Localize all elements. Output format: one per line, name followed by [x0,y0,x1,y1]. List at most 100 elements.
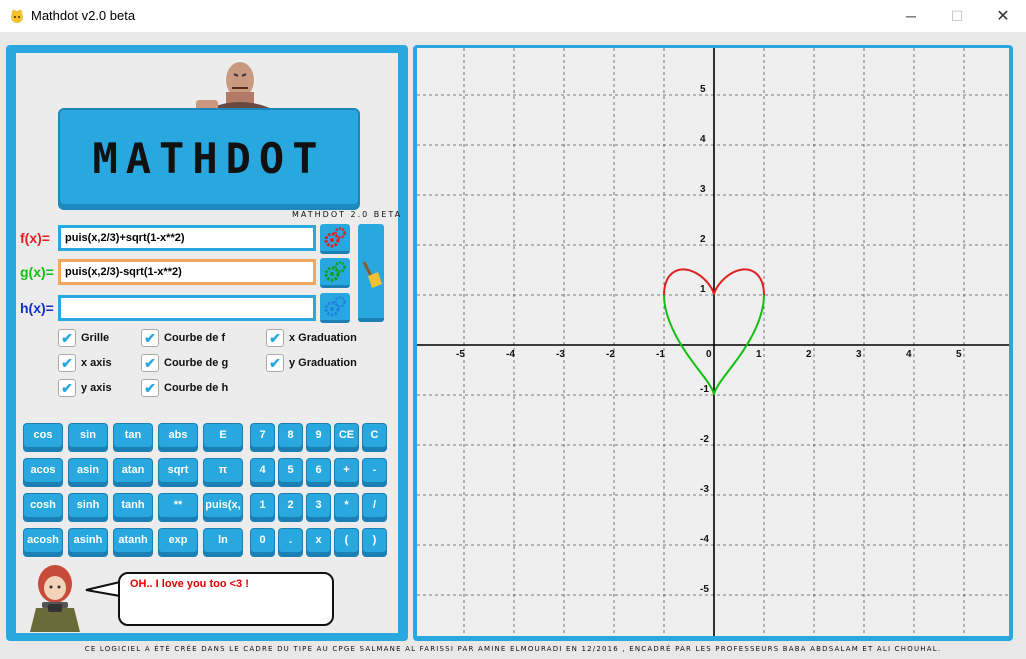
x-tick-label: 0 [706,349,712,360]
key-3[interactable]: 3 [307,494,330,521]
x-tick-label: -5 [456,349,465,360]
x-tick-label: -4 [506,349,515,360]
key-open-paren[interactable]: ( [335,529,358,556]
y-tick-label: 4 [700,134,706,145]
x-graduation-checkbox[interactable]: ✔ x Graduation [266,329,357,347]
x-tick-label: 5 [956,349,962,360]
grid-checkbox[interactable]: ✔ Grille [58,329,109,347]
key-1[interactable]: 1 [251,494,274,521]
key-atanh[interactable]: atanh [114,529,152,556]
x-tick-label: -3 [556,349,565,360]
key-7[interactable]: 7 [251,424,274,451]
key-dot[interactable]: . [279,529,302,556]
key-sqrt[interactable]: sqrt [159,459,197,486]
f-label: f(x)= [20,230,50,246]
app-icon [11,9,23,23]
clear-graph-button[interactable] [358,224,384,322]
curve-h-checkbox[interactable]: ✔ Courbe de h [141,379,228,397]
key-9[interactable]: 9 [307,424,330,451]
check-icon: ✔ [141,329,159,347]
key-divide[interactable]: / [363,494,386,521]
key-tan[interactable]: tan [114,424,152,451]
title-bar: Mathdot v2.0 beta ─ ☐ ✕ [0,0,1026,32]
y-tick-label: 2 [700,234,706,245]
key-acosh[interactable]: acosh [24,529,62,556]
broom-icon [362,261,382,288]
x-tick-label: -2 [606,349,615,360]
key-asinh[interactable]: asinh [69,529,107,556]
key-acos[interactable]: acos [24,459,62,486]
x-axis-checkbox-label: x axis [81,357,112,369]
key-plus[interactable]: + [335,459,358,486]
y-graduation-checkbox-label: y Graduation [289,357,357,369]
key-0[interactable]: 0 [251,529,274,556]
x-tick-label: 1 [756,349,762,360]
x-tick-label: -1 [656,349,665,360]
key-puis[interactable]: puis(x, [204,494,242,521]
g-label: g(x)= [20,264,54,280]
key-close-paren[interactable]: ) [363,529,386,556]
key-ln[interactable]: ln [204,529,242,556]
y-tick-label: 1 [700,284,706,295]
maximize-button[interactable]: ☐ [934,0,980,32]
key-6[interactable]: 6 [307,459,330,486]
key-cosh[interactable]: cosh [24,494,62,521]
y-axis-checkbox[interactable]: ✔ y axis [58,379,112,397]
y-tick-label: -4 [700,534,709,545]
key-4[interactable]: 4 [251,459,274,486]
key-power[interactable]: ** [159,494,197,521]
minimize-button[interactable]: ─ [888,0,934,32]
close-button[interactable]: ✕ [980,0,1026,32]
speech-bubble: OH.. I love you too <3 ! [118,572,334,626]
graph-background [417,48,1009,636]
plot-h-button[interactable] [320,293,350,323]
curve-f-checkbox-label: Courbe de f [164,332,226,344]
key-minus[interactable]: - [363,459,386,486]
curve-h-checkbox-label: Courbe de h [164,382,229,394]
y-tick-label: -5 [700,584,709,595]
key-e[interactable]: E [204,424,242,451]
key-5[interactable]: 5 [279,459,302,486]
blue-gears-icon [324,296,346,317]
x-axis-checkbox[interactable]: ✔ x axis [58,354,112,372]
curve-g-checkbox-label: Courbe de g [164,357,229,369]
girl-character-avatar [30,565,80,632]
y-tick-label: 5 [700,84,706,95]
key-asin[interactable]: asin [69,459,107,486]
key-cos[interactable]: cos [24,424,62,451]
graph-canvas[interactable]: -5 -4 -3 -2 -1 0 1 2 3 4 5 5 4 3 2 1 -1 -2 -3 -4 -5 [417,48,1009,636]
version-label: MATHDOT 2.0 BETA [292,210,403,219]
y-tick-label: -3 [700,484,709,495]
x-tick-label: 3 [856,349,862,360]
key-atan[interactable]: atan [114,459,152,486]
check-icon: ✔ [58,354,76,372]
plot-f-button[interactable] [320,224,350,254]
key-pi[interactable]: π [204,459,242,486]
curve-f-checkbox[interactable]: ✔ Courbe de f [141,329,225,347]
curve-g-checkbox[interactable]: ✔ Courbe de g [141,354,228,372]
key-sinh[interactable]: sinh [69,494,107,521]
g-input[interactable] [58,259,316,285]
check-icon: ✔ [58,379,76,397]
plot-g-button[interactable] [320,258,350,288]
key-ce[interactable]: CE [335,424,358,451]
check-icon: ✔ [266,329,284,347]
green-gears-icon [324,261,346,282]
x-tick-label: 4 [906,349,912,360]
key-c[interactable]: C [363,424,386,451]
key-multiply[interactable]: * [335,494,358,521]
key-x[interactable]: x [307,529,330,556]
key-tanh[interactable]: tanh [114,494,152,521]
f-input[interactable] [58,225,316,251]
footer-credits: CE LOGICIEL A ÉTÉ CRÉE DANS LE CADRE DU … [84,645,942,653]
logo-box: MATHDOT [58,108,360,210]
key-sin[interactable]: sin [69,424,107,451]
h-input[interactable] [58,295,316,321]
key-exp[interactable]: exp [159,529,197,556]
key-8[interactable]: 8 [279,424,302,451]
key-abs[interactable]: abs [159,424,197,451]
y-tick-label: -2 [700,434,709,445]
y-graduation-checkbox[interactable]: ✔ y Graduation [266,354,357,372]
x-graduation-checkbox-label: x Graduation [289,332,357,344]
key-2[interactable]: 2 [279,494,302,521]
